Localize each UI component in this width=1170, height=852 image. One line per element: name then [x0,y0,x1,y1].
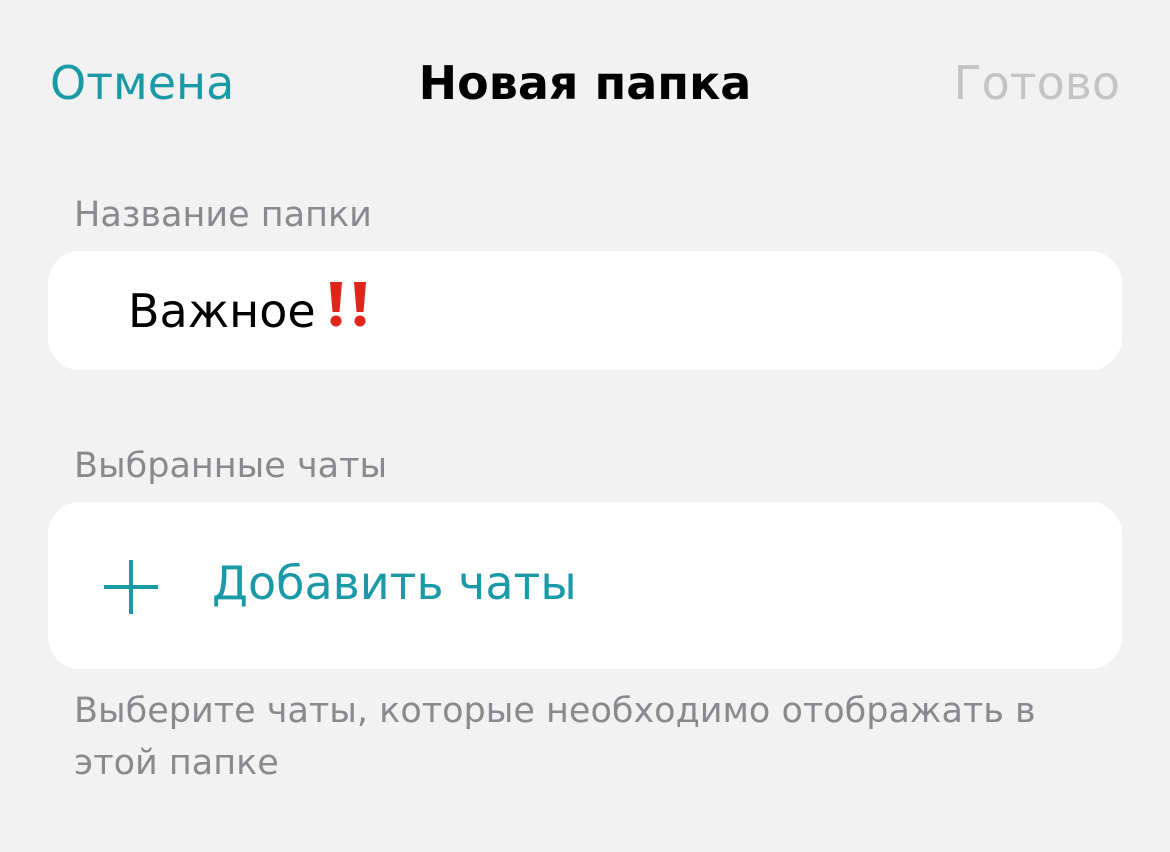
folder-name-value: Важное [128,284,316,338]
add-chats-label: Добавить чаты [212,556,577,610]
plus-icon [104,560,158,614]
selected-chats-card: Добавить чаты [48,502,1122,669]
done-button[interactable]: Готово [954,56,1120,110]
add-chats-button[interactable]: Добавить чаты [48,502,1122,669]
selected-chats-label: Выбранные чаты [74,446,388,486]
double-exclamation-icon [324,279,374,340]
folder-name-input[interactable]: Важное [128,279,374,340]
new-folder-sheet: Отмена Новая папка Готово Название папки… [0,0,1170,852]
folder-name-card: Важное [48,251,1122,370]
navigation-bar: Отмена Новая папка Готово [0,50,1170,120]
folder-name-label: Название папки [74,195,372,235]
selected-chats-footnote: Выберите чаты, которые необходимо отобра… [74,691,1036,783]
